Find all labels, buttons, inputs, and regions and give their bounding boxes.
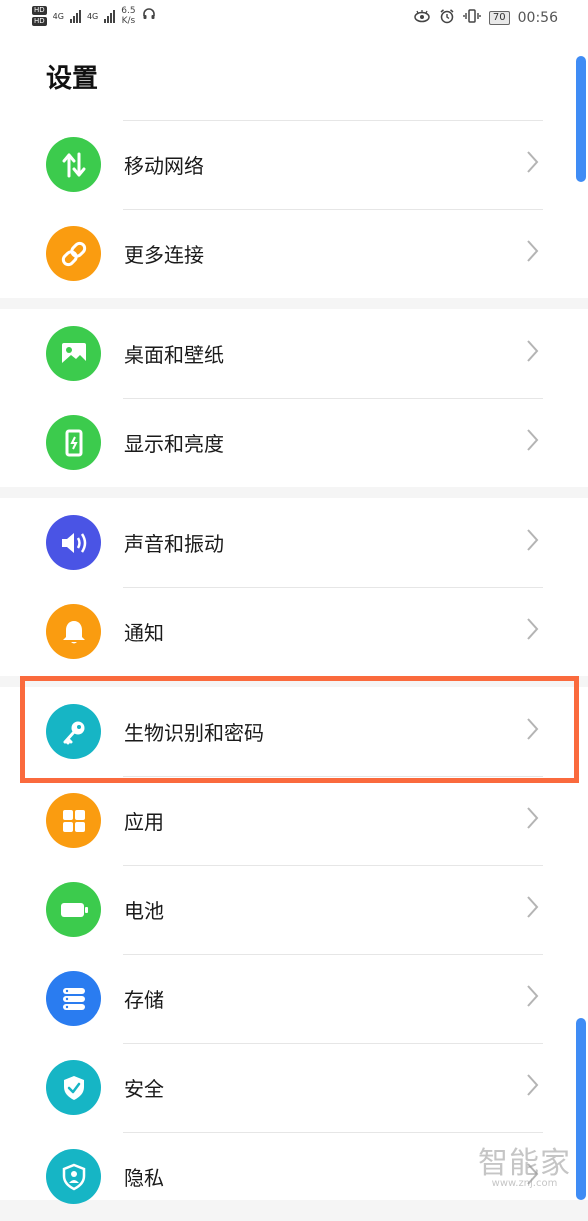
status-left: HD HD 4G 4G 6.5 K/s: [32, 6, 156, 26]
privacy-icon: [46, 1149, 101, 1204]
settings-item-label: 声音和振动: [124, 532, 224, 556]
settings-group-sound: 声音和振动 通知: [0, 498, 588, 676]
storage-icon: [46, 971, 101, 1026]
speed-value: 6.5: [121, 6, 136, 16]
shield-check-icon: [46, 1060, 101, 1115]
divider: [123, 954, 543, 955]
speed-unit: K/s: [121, 16, 136, 26]
scroll-indicator-top: [576, 56, 586, 182]
status-time: 00:56: [517, 10, 558, 26]
chevron-right-icon: [525, 714, 541, 748]
settings-item-sound-vibration[interactable]: 声音和振动: [0, 498, 588, 587]
divider: [123, 1132, 543, 1133]
status-bar: HD HD 4G 4G 6.5 K/s 70 00:56: [0, 0, 588, 36]
signal-icon: [69, 9, 81, 23]
divider: [123, 865, 543, 866]
chevron-right-icon: [525, 981, 541, 1015]
settings-item-label: 应用: [124, 810, 164, 834]
settings-item-security[interactable]: 安全: [0, 1043, 588, 1132]
settings-item-label: 存储: [124, 988, 164, 1012]
mobile-data-icon: [46, 137, 101, 192]
settings-item-mobile-network[interactable]: 移动网络: [0, 120, 588, 209]
settings-item-label: 显示和亮度: [124, 432, 224, 456]
settings-item-display-brightness[interactable]: 显示和亮度: [0, 398, 588, 487]
page-header: 设置: [0, 36, 588, 120]
watermark-text: 智能家: [478, 1146, 571, 1181]
settings-item-biometrics-password[interactable]: 生物识别和密码: [0, 687, 588, 776]
link-icon: [46, 226, 101, 281]
chevron-right-icon: [525, 803, 541, 837]
divider: [123, 398, 543, 399]
divider: [123, 120, 543, 121]
settings-item-label: 更多连接: [124, 243, 204, 267]
divider: [123, 776, 543, 777]
settings-item-apps[interactable]: 应用: [0, 776, 588, 865]
page-title: 设置: [46, 64, 99, 94]
chevron-right-icon: [525, 336, 541, 370]
divider: [123, 587, 543, 588]
divider: [123, 209, 543, 210]
settings-item-more-connections[interactable]: 更多连接: [0, 209, 588, 298]
settings-item-storage[interactable]: 存储: [0, 954, 588, 1043]
settings-group-connectivity: 移动网络 更多连接: [0, 120, 588, 298]
chevron-right-icon: [525, 1070, 541, 1104]
settings-item-label: 移动网络: [124, 154, 204, 178]
bell-icon: [46, 604, 101, 659]
chevron-right-icon: [525, 614, 541, 648]
vibrate-icon: [463, 9, 481, 27]
settings-item-wallpaper[interactable]: 桌面和壁纸: [0, 309, 588, 398]
settings-group-display: 桌面和壁纸 显示和亮度: [0, 309, 588, 487]
hd-indicators: HD HD: [32, 6, 47, 26]
divider: [123, 1043, 543, 1044]
network-speed: 6.5 K/s: [121, 6, 135, 26]
eye-comfort-icon: [413, 9, 431, 27]
scroll-indicator-bottom: [576, 1018, 586, 1200]
chevron-right-icon: [525, 892, 541, 926]
chevron-right-icon: [525, 236, 541, 270]
apps-icon: [46, 793, 101, 848]
status-right: 70 00:56: [413, 8, 558, 28]
battery-icon: [46, 882, 101, 937]
headset-icon: [142, 7, 156, 25]
display-icon: [46, 415, 101, 470]
signal-icon: [104, 9, 116, 23]
network-type: 4G: [52, 11, 64, 21]
settings-item-label: 通知: [124, 621, 164, 645]
settings-item-notifications[interactable]: 通知: [0, 587, 588, 676]
watermark: 智能家 www.znj.com: [478, 1138, 571, 1189]
key-icon: [46, 704, 101, 759]
battery-indicator: 70: [488, 11, 510, 25]
settings-group-system: 生物识别和密码 应用 电池 存储 安全 隐私: [0, 687, 588, 1204]
settings-item-label: 桌面和壁纸: [124, 343, 224, 367]
chevron-right-icon: [525, 425, 541, 459]
wallpaper-icon: [46, 326, 101, 381]
settings-item-label: 生物识别和密码: [124, 721, 264, 745]
alarm-icon: [439, 8, 455, 28]
settings-item-label: 安全: [124, 1077, 164, 1101]
network-type: 4G: [86, 11, 99, 21]
settings-item-label: 电池: [124, 899, 164, 923]
chevron-right-icon: [525, 147, 541, 181]
settings-item-label: 隐私: [124, 1166, 164, 1190]
hd-badge: HD: [32, 17, 47, 26]
chevron-right-icon: [525, 525, 541, 559]
settings-item-battery[interactable]: 电池: [0, 865, 588, 954]
watermark-url: www.znj.com: [491, 1178, 558, 1189]
sound-icon: [46, 515, 101, 570]
hd-badge: HD: [32, 6, 47, 15]
